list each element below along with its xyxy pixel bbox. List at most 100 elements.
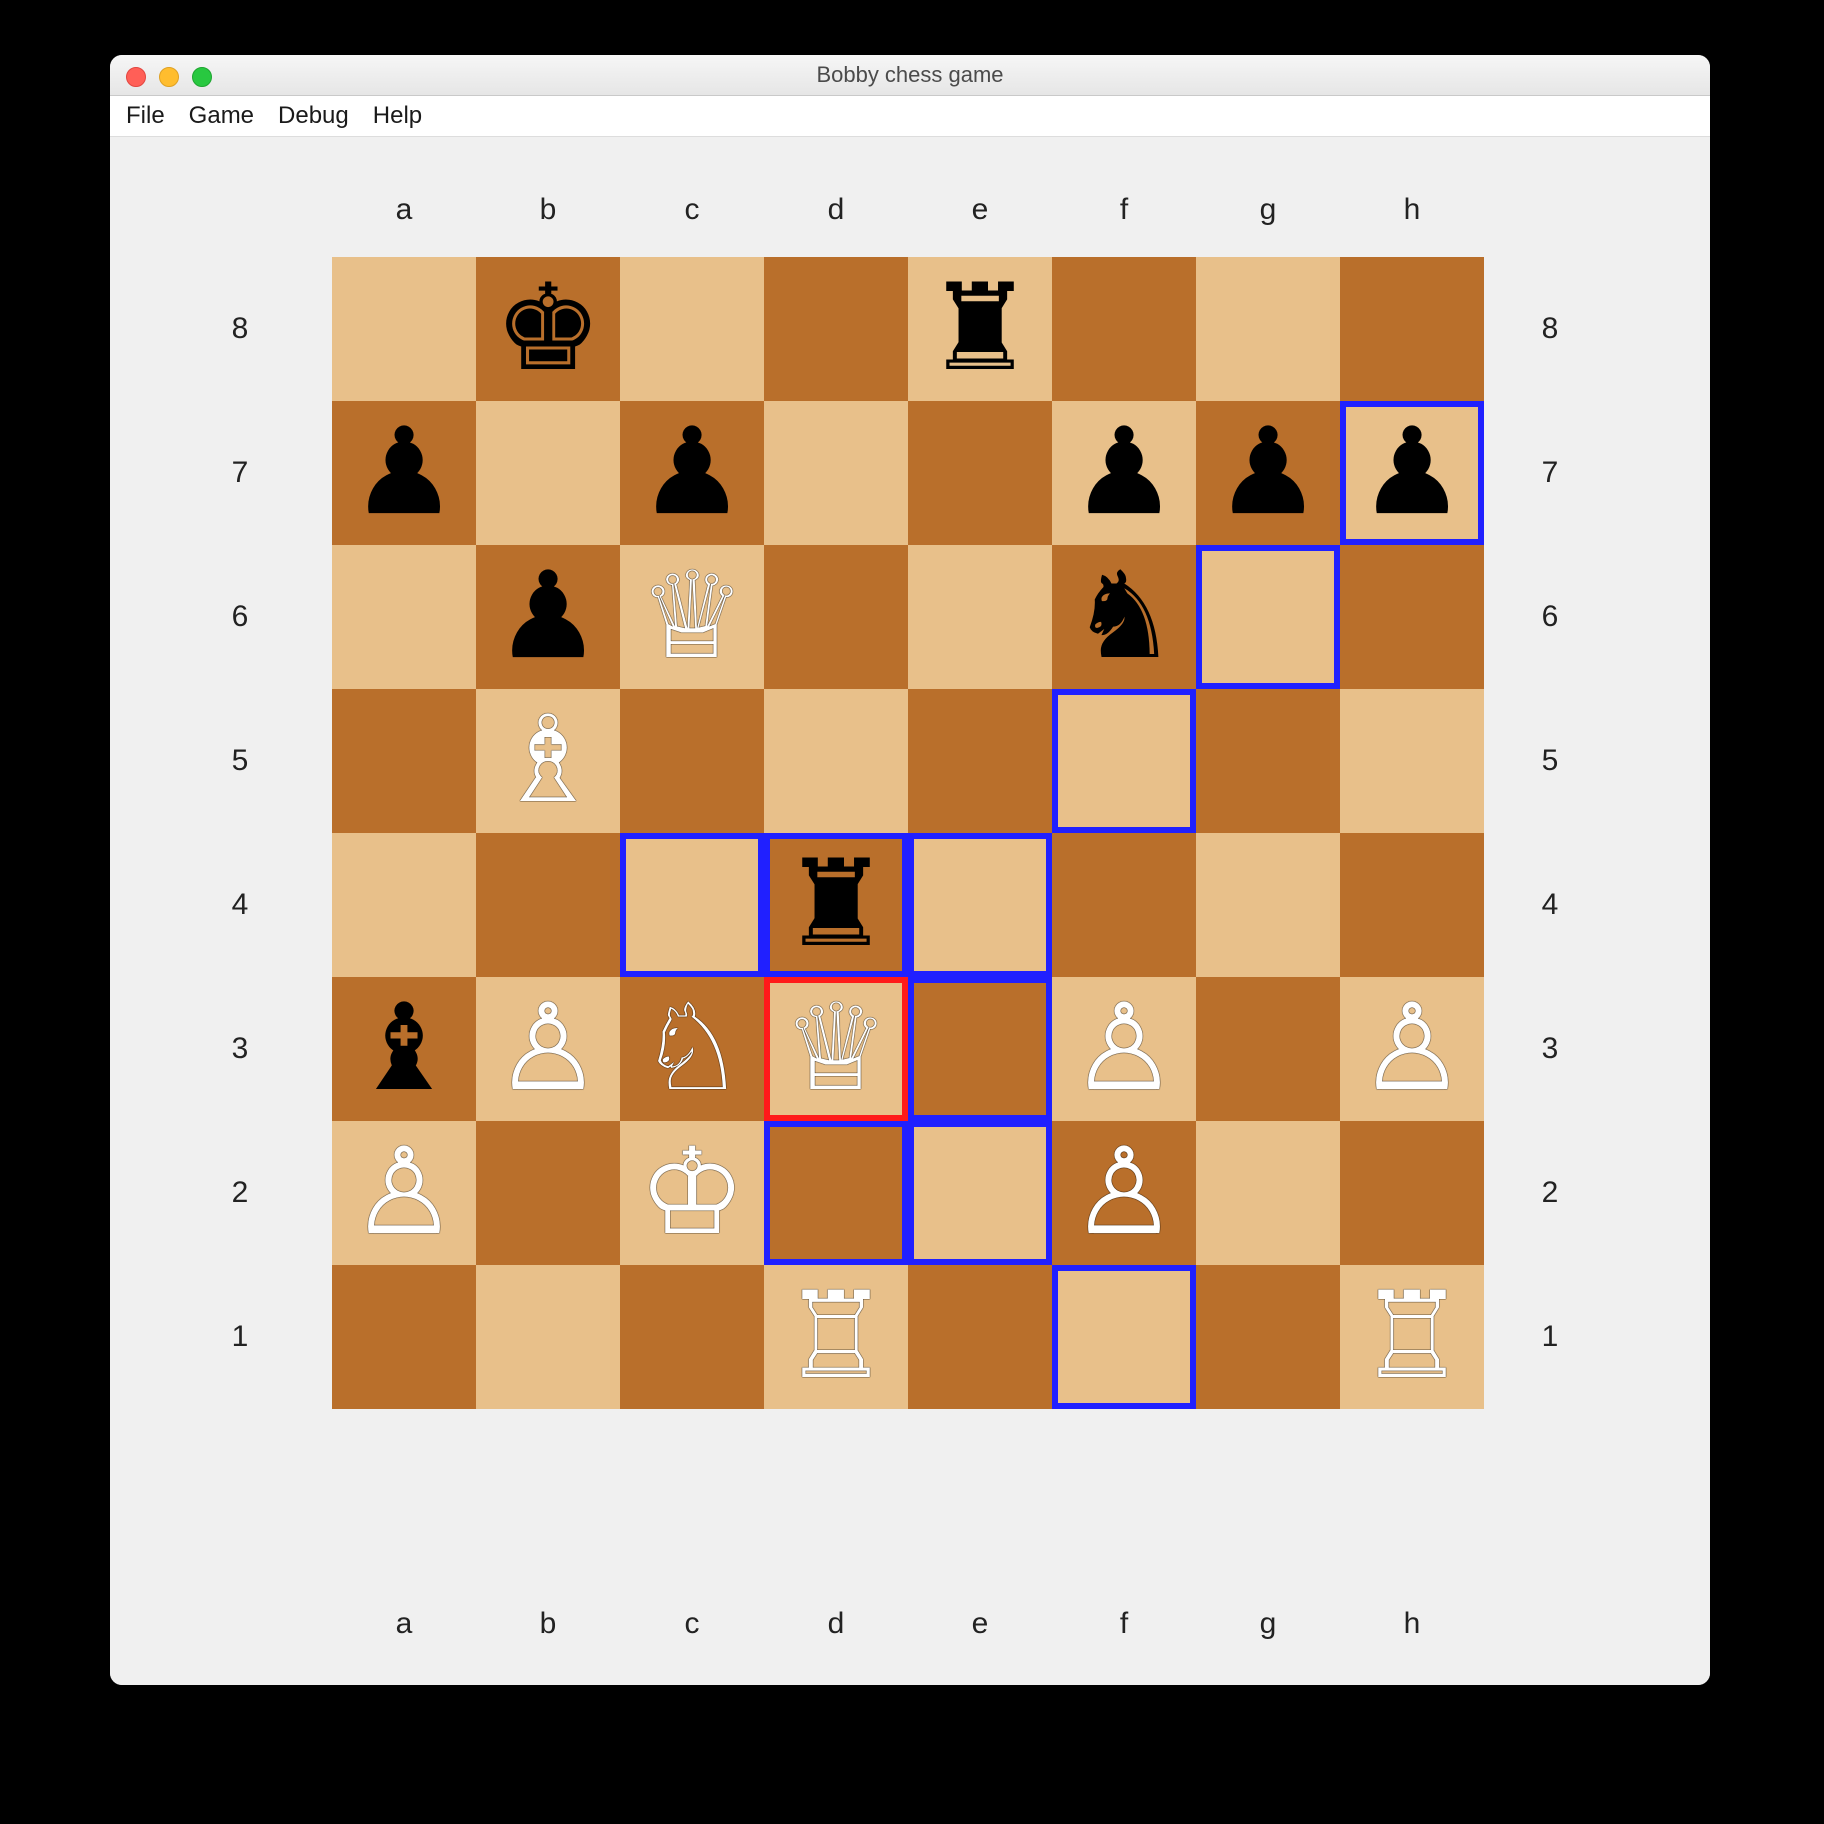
menu-file[interactable]: File — [126, 102, 165, 130]
square-f8[interactable] — [1052, 257, 1196, 401]
square-d3[interactable]: ♕ — [764, 977, 908, 1121]
zoom-icon[interactable] — [192, 67, 212, 87]
square-c6[interactable]: ♕ — [620, 545, 764, 689]
black-rook-icon[interactable]: ♜ — [926, 269, 1034, 389]
square-d8[interactable] — [764, 257, 908, 401]
square-b3[interactable]: ♙ — [476, 977, 620, 1121]
square-c8[interactable] — [620, 257, 764, 401]
square-h2[interactable] — [1340, 1121, 1484, 1265]
rank-label: 2 — [220, 1121, 260, 1265]
square-a1[interactable] — [332, 1265, 476, 1409]
square-b4[interactable] — [476, 833, 620, 977]
black-pawn-icon[interactable]: ♟ — [1070, 413, 1178, 533]
close-icon[interactable] — [126, 67, 146, 87]
square-h3[interactable]: ♙ — [1340, 977, 1484, 1121]
square-b7[interactable] — [476, 401, 620, 545]
file-label: c — [620, 1607, 764, 1641]
square-e1[interactable] — [908, 1265, 1052, 1409]
square-f2[interactable]: ♙ — [1052, 1121, 1196, 1265]
black-pawn-icon[interactable]: ♟ — [494, 557, 602, 677]
square-a6[interactable] — [332, 545, 476, 689]
square-g4[interactable] — [1196, 833, 1340, 977]
square-d7[interactable] — [764, 401, 908, 545]
square-c5[interactable] — [620, 689, 764, 833]
white-pawn-icon[interactable]: ♙ — [1070, 1133, 1178, 1253]
square-e4[interactable] — [908, 833, 1052, 977]
square-f3[interactable]: ♙ — [1052, 977, 1196, 1121]
menu-help[interactable]: Help — [373, 102, 422, 130]
white-pawn-icon[interactable]: ♙ — [350, 1133, 458, 1253]
square-h8[interactable] — [1340, 257, 1484, 401]
white-queen-icon[interactable]: ♕ — [638, 557, 746, 677]
square-h4[interactable] — [1340, 833, 1484, 977]
white-pawn-icon[interactable]: ♙ — [494, 989, 602, 1109]
square-a8[interactable] — [332, 257, 476, 401]
black-pawn-icon[interactable]: ♟ — [1214, 413, 1322, 533]
square-g8[interactable] — [1196, 257, 1340, 401]
square-g2[interactable] — [1196, 1121, 1340, 1265]
square-c3[interactable]: ♘ — [620, 977, 764, 1121]
square-h7[interactable]: ♟ — [1340, 401, 1484, 545]
square-a2[interactable]: ♙ — [332, 1121, 476, 1265]
black-pawn-icon[interactable]: ♟ — [638, 413, 746, 533]
square-a7[interactable]: ♟ — [332, 401, 476, 545]
square-g7[interactable]: ♟ — [1196, 401, 1340, 545]
black-pawn-icon[interactable]: ♟ — [1358, 413, 1466, 533]
black-king-icon[interactable]: ♚ — [494, 269, 602, 389]
square-e7[interactable] — [908, 401, 1052, 545]
menu-game[interactable]: Game — [189, 102, 254, 130]
square-b8[interactable]: ♚ — [476, 257, 620, 401]
file-label: g — [1196, 1607, 1340, 1641]
square-d1[interactable]: ♖ — [764, 1265, 908, 1409]
square-f1[interactable] — [1052, 1265, 1196, 1409]
square-e5[interactable] — [908, 689, 1052, 833]
square-c2[interactable]: ♔ — [620, 1121, 764, 1265]
minimize-icon[interactable] — [159, 67, 179, 87]
black-pawn-icon[interactable]: ♟ — [350, 413, 458, 533]
white-bishop-icon[interactable]: ♗ — [494, 701, 602, 821]
square-f5[interactable] — [1052, 689, 1196, 833]
square-a5[interactable] — [332, 689, 476, 833]
rank-labels-left: 8 7 6 5 4 3 2 1 — [220, 257, 260, 1409]
file-label: d — [764, 193, 908, 227]
square-c1[interactable] — [620, 1265, 764, 1409]
square-f4[interactable] — [1052, 833, 1196, 977]
square-h6[interactable] — [1340, 545, 1484, 689]
square-g3[interactable] — [1196, 977, 1340, 1121]
white-pawn-icon[interactable]: ♙ — [1070, 989, 1178, 1109]
square-c7[interactable]: ♟ — [620, 401, 764, 545]
black-bishop-icon[interactable]: ♝ — [350, 989, 458, 1109]
square-d4[interactable]: ♜ — [764, 833, 908, 977]
white-rook-icon[interactable]: ♖ — [782, 1277, 890, 1397]
square-h1[interactable]: ♖ — [1340, 1265, 1484, 1409]
black-knight-icon[interactable]: ♞ — [1070, 557, 1178, 677]
white-queen-icon[interactable]: ♕ — [782, 989, 890, 1109]
square-b5[interactable]: ♗ — [476, 689, 620, 833]
square-e8[interactable]: ♜ — [908, 257, 1052, 401]
square-g6[interactable] — [1196, 545, 1340, 689]
menu-debug[interactable]: Debug — [278, 102, 349, 130]
black-rook-icon[interactable]: ♜ — [782, 845, 890, 965]
white-rook-icon[interactable]: ♖ — [1358, 1277, 1466, 1397]
square-a4[interactable] — [332, 833, 476, 977]
square-b6[interactable]: ♟ — [476, 545, 620, 689]
square-a3[interactable]: ♝ — [332, 977, 476, 1121]
square-g5[interactable] — [1196, 689, 1340, 833]
square-d6[interactable] — [764, 545, 908, 689]
square-h5[interactable] — [1340, 689, 1484, 833]
square-g1[interactable] — [1196, 1265, 1340, 1409]
square-d2[interactable] — [764, 1121, 908, 1265]
chess-board[interactable]: ♚ ♜ ♟ ♟ ♟ ♟ ♟ ♟ ♕ ♞ ♗ ♜ ♝ ♙ ♘ ♕ ♙ ♙ ♙ ♔ ♙ ♖ ♖ — [332, 257, 1484, 1409]
square-b1[interactable] — [476, 1265, 620, 1409]
square-e3[interactable] — [908, 977, 1052, 1121]
square-b2[interactable] — [476, 1121, 620, 1265]
white-king-icon[interactable]: ♔ — [638, 1133, 746, 1253]
square-e6[interactable] — [908, 545, 1052, 689]
white-pawn-icon[interactable]: ♙ — [1358, 989, 1466, 1109]
square-c4[interactable] — [620, 833, 764, 977]
square-e2[interactable] — [908, 1121, 1052, 1265]
square-f6[interactable]: ♞ — [1052, 545, 1196, 689]
square-d5[interactable] — [764, 689, 908, 833]
white-knight-icon[interactable]: ♘ — [638, 989, 746, 1109]
square-f7[interactable]: ♟ — [1052, 401, 1196, 545]
